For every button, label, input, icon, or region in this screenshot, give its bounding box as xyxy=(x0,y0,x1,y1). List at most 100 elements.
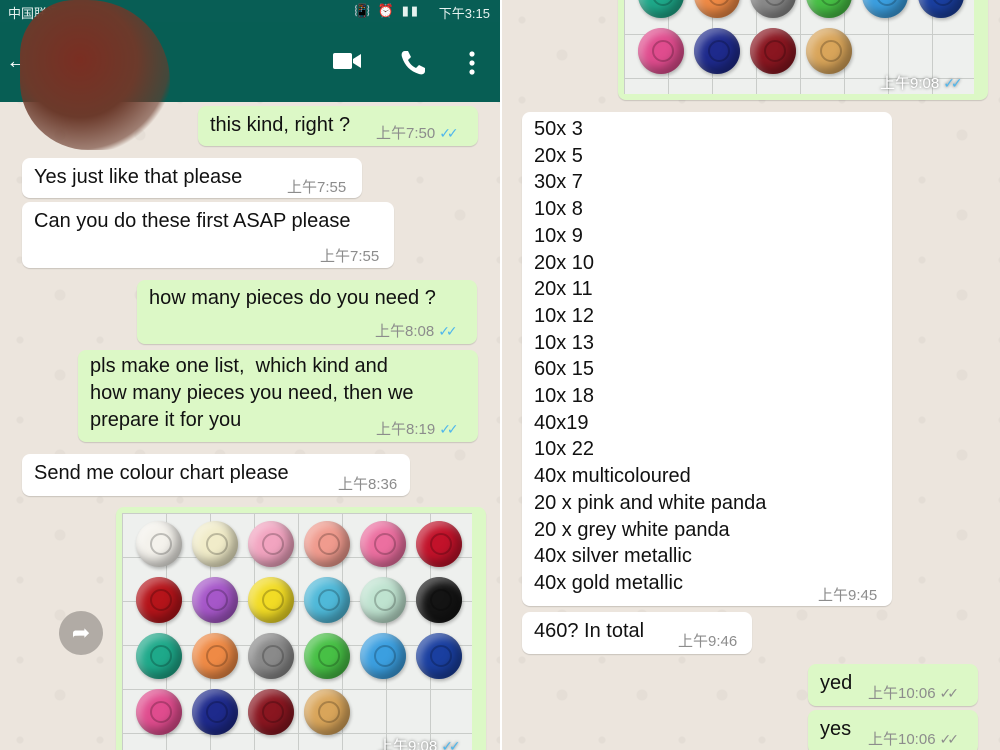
rose-swatch xyxy=(360,633,406,679)
message-time: 上午7:55 xyxy=(320,248,380,265)
read-ticks-icon: ✓✓ xyxy=(439,125,459,141)
rose-swatch xyxy=(248,521,294,567)
message-bubble-incoming[interactable]: Send me colour chart please 上午8:36 xyxy=(22,454,410,496)
rose-swatch xyxy=(694,28,740,74)
message-text: yed xyxy=(820,672,853,694)
order-list-line: 40x gold metallic xyxy=(534,571,683,594)
rose-swatch xyxy=(304,577,350,623)
delivered-ticks-icon: ✓✓ xyxy=(939,731,960,747)
read-ticks-icon: ✓✓ xyxy=(439,421,459,437)
rose-swatch xyxy=(304,633,350,679)
order-list-line: 10x 18 xyxy=(534,385,595,407)
left-chat-screenshot: 中国联通 📳 ⏰ ▮▮ 下午3:15 ← this kind, right ? … xyxy=(0,0,500,750)
rose-swatch xyxy=(416,633,462,679)
read-ticks-icon: ✓✓ xyxy=(438,323,458,339)
rose-swatch xyxy=(806,28,852,74)
message-meta: 上午8:08 ✓✓ xyxy=(375,318,458,345)
message-bubble-outgoing[interactable]: yes 上午10:06 ✓✓ xyxy=(808,710,978,750)
order-list-message[interactable]: 50x 3 20x 5 30x 7 10x 8 10x 9 20x 10 20x 11 10x… xyxy=(522,112,892,606)
message-bubble-incoming[interactable]: 460? In total 上午9:46 xyxy=(522,612,752,654)
message-text: 460? In total xyxy=(534,620,645,642)
message-time: 上午9:45 xyxy=(818,587,878,604)
read-ticks-icon: ✓✓ xyxy=(441,738,461,750)
image-message-outgoing[interactable]: 上午9:08 ✓✓ xyxy=(116,507,486,750)
rose-swatch xyxy=(248,633,294,679)
read-ticks-icon: ✓✓ xyxy=(943,75,963,91)
rose-color-chart-photo[interactable]: 上午9:08 ✓✓ xyxy=(624,0,974,94)
message-text: this kind, right ? xyxy=(210,114,351,136)
message-meta: 上午10:06 ✓✓ xyxy=(868,726,960,750)
rose-swatch xyxy=(136,633,182,679)
order-list-line: 40x19 xyxy=(534,411,589,434)
message-time: 上午8:08 xyxy=(375,323,435,340)
rose-swatch xyxy=(638,28,684,74)
delivered-ticks-icon: ✓✓ xyxy=(939,685,960,701)
order-list-line: 60x 15 xyxy=(534,358,595,381)
message-time: 上午7:55 xyxy=(287,179,347,196)
video-call-icon[interactable] xyxy=(332,48,362,74)
rose-swatch xyxy=(750,28,796,74)
message-bubble-outgoing[interactable]: yed 上午10:06 ✓✓ xyxy=(808,664,978,706)
message-text: pls make one list, which kind and how ma… xyxy=(90,355,414,431)
rose-swatch xyxy=(136,521,182,567)
rose-swatch xyxy=(416,521,462,567)
message-bubble-outgoing[interactable]: pls make one list, which kind and how ma… xyxy=(78,350,478,442)
order-list-line: 40x multicoloured xyxy=(534,465,691,488)
message-meta: 上午10:06 ✓✓ xyxy=(868,680,960,707)
message-time: 上午10:06 xyxy=(868,731,936,748)
rose-swatch xyxy=(360,577,406,623)
message-text: how many pieces do you need ? xyxy=(149,287,436,309)
order-list-line: 10x 22 xyxy=(534,438,595,461)
message-time: 上午10:06 xyxy=(868,685,936,702)
message-meta: 上午7:50 ✓✓ xyxy=(376,120,459,147)
order-list-line: 20x 5 xyxy=(534,144,583,167)
message-time: 上午8:19 xyxy=(376,421,436,438)
photo-time: 上午9:08 xyxy=(880,75,940,92)
order-list-line: 10x 12 xyxy=(534,304,595,327)
order-list-line: 20x 10 xyxy=(534,251,595,274)
image-message-outgoing[interactable]: 上午9:08 ✓✓ xyxy=(618,0,988,100)
order-list-line: 20 x pink and white panda xyxy=(534,491,767,514)
status-icons: 📳 ⏰ ▮▮ xyxy=(354,3,420,18)
rose-swatch xyxy=(192,577,238,623)
order-list-line: 20x 11 xyxy=(534,278,593,301)
message-text: yes xyxy=(820,718,852,740)
message-text: Yes just like that please xyxy=(34,166,243,188)
rose-swatch xyxy=(248,689,294,735)
right-chat-screenshot: 上午9:08 ✓✓ 50x 3 20x 5 30x 7 10x 8 10x 9 20x 10… xyxy=(502,0,1000,750)
status-time: 下午3:15 xyxy=(438,6,490,21)
order-list-line: 40x silver metallic xyxy=(534,545,692,568)
message-bubble-incoming[interactable]: Can you do these first ASAP please 上午7:5… xyxy=(22,202,394,268)
order-list-line: 10x 8 xyxy=(534,198,583,221)
message-text: Can you do these first ASAP please xyxy=(34,210,351,232)
rose-swatch xyxy=(248,577,294,623)
message-meta: 上午8:19 ✓✓ xyxy=(376,416,459,443)
message-time: 上午8:36 xyxy=(338,476,398,493)
message-bubble-outgoing[interactable]: how many pieces do you need ? 上午8:08 ✓✓ xyxy=(137,280,477,344)
rose-swatch xyxy=(192,633,238,679)
share-forward-icon[interactable]: ➦ xyxy=(59,611,103,655)
order-list-line: 10x 13 xyxy=(534,331,595,354)
rose-swatch xyxy=(416,577,462,623)
rose-swatch xyxy=(192,521,238,567)
order-list-line: 20 x grey white panda xyxy=(534,518,730,541)
message-time: 上午9:46 xyxy=(678,633,738,650)
rose-color-chart-photo[interactable]: 上午9:08 ✓✓ xyxy=(122,513,472,750)
rose-swatch xyxy=(136,577,182,623)
message-bubble-outgoing[interactable]: this kind, right ? 上午7:50 ✓✓ xyxy=(198,106,478,146)
voice-call-icon[interactable] xyxy=(398,48,428,78)
message-text: Send me colour chart please xyxy=(34,462,289,484)
photo-meta: 上午9:08 ✓✓ xyxy=(378,733,461,750)
rose-swatch xyxy=(360,521,406,567)
rose-swatch xyxy=(136,689,182,735)
rose-swatch xyxy=(192,689,238,735)
rose-swatch xyxy=(304,521,350,567)
message-time: 上午7:50 xyxy=(376,125,436,142)
order-list-line: 10x 9 xyxy=(534,224,583,247)
rose-swatch xyxy=(304,689,350,735)
message-bubble-incoming[interactable]: Yes just like that please 上午7:55 xyxy=(22,158,362,198)
photo-time: 上午9:08 xyxy=(378,738,438,750)
more-vert-icon[interactable] xyxy=(462,48,482,78)
order-list-line: 50x 3 xyxy=(534,118,583,140)
order-list-line: 30x 7 xyxy=(534,171,583,194)
